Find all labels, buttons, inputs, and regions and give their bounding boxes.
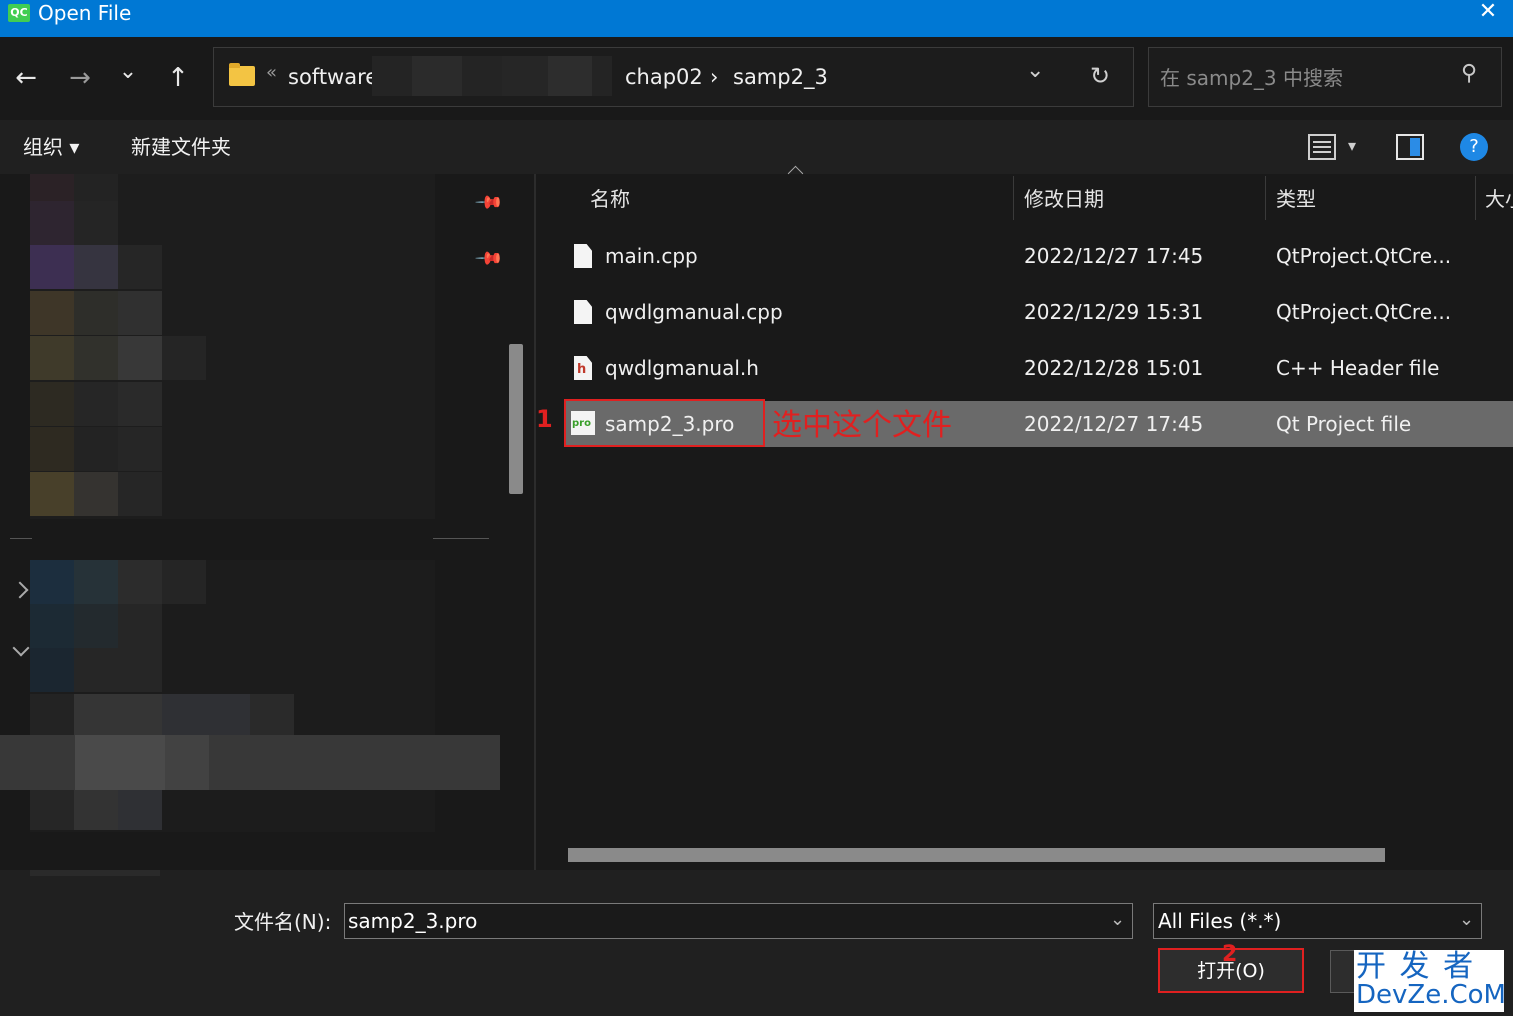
pin-icon[interactable]: 📌	[474, 187, 505, 218]
breadcrumb-samp2-3[interactable]: samp2_3	[733, 63, 828, 91]
file-name: qwdlgmanual.cpp	[605, 300, 783, 324]
nav-pane-scrollbar[interactable]	[509, 344, 523, 494]
organize-menu[interactable]: 组织 ▾	[23, 133, 79, 161]
details-view-icon[interactable]	[1308, 134, 1336, 160]
file-type: C++ Header file	[1276, 356, 1440, 380]
recent-locations-button[interactable]: ⌄	[108, 52, 148, 92]
search-input[interactable]: 在 samp2_3 中搜索	[1160, 64, 1343, 92]
watermark-line-2: DevZe.CoM	[1356, 980, 1506, 1010]
close-button[interactable]: ✕	[1470, 0, 1506, 26]
horizontal-scrollbar[interactable]	[568, 848, 1385, 862]
file-name: main.cpp	[605, 244, 698, 268]
header-file-icon: h	[574, 356, 592, 380]
redacted-nav-item-fragment	[30, 870, 160, 876]
file-type-filter-chevron-icon[interactable]: ⌄	[1459, 906, 1474, 934]
file-modified: 2022/12/27 17:45	[1024, 244, 1204, 268]
cpp-file-icon	[574, 244, 592, 268]
redacted-tree-items	[30, 560, 435, 832]
column-header-type[interactable]: 类型	[1276, 185, 1316, 213]
redacted-quick-access	[30, 174, 435, 519]
file-modified: 2022/12/29 15:31	[1024, 300, 1204, 324]
up-button[interactable]: ↑	[158, 58, 198, 98]
title-bar[interactable]: QC Open File ✕	[0, 0, 1513, 37]
forward-button[interactable]: →	[60, 58, 100, 98]
annotation-step-1: 1	[536, 405, 553, 433]
file-name: qwdlgmanual.h	[605, 356, 759, 380]
address-history-chevron-icon[interactable]: ⌄	[1026, 58, 1044, 83]
pane-splitter[interactable]	[534, 174, 536, 870]
watermark-line-1: 开 发 者	[1356, 949, 1476, 984]
filename-label: 文件名(N):	[234, 910, 332, 934]
cpp-file-icon	[574, 300, 592, 324]
file-modified: 2022/12/27 17:45	[1024, 412, 1204, 436]
qt-creator-app-icon: QC	[8, 4, 30, 22]
breadcrumb-separator-icon[interactable]: ›	[710, 63, 718, 91]
divider	[433, 538, 489, 539]
back-button[interactable]: ←	[6, 58, 46, 98]
column-divider[interactable]	[1475, 176, 1476, 220]
filename-dropdown-chevron-icon[interactable]: ⌄	[1110, 906, 1125, 934]
column-header-size-clip: 大小	[1485, 176, 1513, 220]
filename-value[interactable]: samp2_3.pro	[348, 907, 477, 935]
expand-chevron-icon[interactable]	[11, 581, 29, 599]
file-type-filter-select[interactable]: All Files (*.*) ⌄	[1153, 903, 1482, 939]
search-icon[interactable]: ⚲	[1461, 61, 1477, 86]
watermark-logo: 开 发 者 DevZe.CoM	[1354, 949, 1506, 1012]
navigation-pane[interactable]: 📌 📌	[0, 174, 533, 870]
bottom-panel: 文件名(N): samp2_3.pro ⌄ All Files (*.*) ⌄ …	[0, 870, 1513, 1016]
annotation-instruction: 选中这个文件	[772, 408, 952, 443]
search-box[interactable]: 在 samp2_3 中搜索 ⚲	[1148, 47, 1502, 107]
view-options-chevron-icon[interactable]: ▾	[1348, 132, 1356, 160]
help-icon[interactable]: ?	[1460, 133, 1488, 161]
collapse-chevron-icon[interactable]	[12, 639, 30, 657]
file-type: Qt Project file	[1276, 412, 1412, 436]
file-type: QtProject.QtCre...	[1276, 244, 1452, 268]
window-title: Open File	[38, 1, 132, 25]
preview-pane-icon[interactable]	[1396, 134, 1424, 160]
address-bar[interactable]: « software chap02 › samp2_3 ⌄ ↻	[213, 47, 1134, 107]
table-row[interactable]: h qwdlgmanual.h 2022/12/28 15:01 C++ Hea…	[565, 345, 1513, 391]
folder-tab-icon	[229, 63, 240, 68]
new-folder-button[interactable]: 新建文件夹	[131, 133, 231, 161]
column-header-modified[interactable]: 修改日期	[1024, 185, 1104, 213]
redacted-path-area	[372, 56, 612, 96]
folder-icon	[229, 66, 255, 86]
file-modified: 2022/12/28 15:01	[1024, 356, 1204, 380]
annotation-highlight-box	[564, 399, 765, 447]
table-row[interactable]: qwdlgmanual.cpp 2022/12/29 15:31 QtProje…	[565, 289, 1513, 335]
divider	[10, 538, 32, 539]
breadcrumb-software[interactable]: software	[288, 63, 378, 91]
column-divider[interactable]	[1265, 176, 1266, 220]
file-type: QtProject.QtCre...	[1276, 300, 1452, 324]
breadcrumb-overflow-icon[interactable]: «	[266, 62, 277, 83]
breadcrumb-chap02[interactable]: chap02	[625, 63, 703, 91]
selected-nav-item-redacted[interactable]	[0, 735, 500, 790]
pin-icon[interactable]: 📌	[474, 243, 505, 274]
header-file-icon-label: h	[577, 362, 587, 377]
table-row[interactable]: main.cpp 2022/12/27 17:45 QtProject.QtCr…	[565, 233, 1513, 279]
command-bar: 组织 ▾ 新建文件夹 ▾ ?	[0, 120, 1513, 174]
filename-input[interactable]: samp2_3.pro ⌄	[344, 903, 1133, 939]
file-type-filter-value: All Files (*.*)	[1158, 909, 1282, 933]
column-divider[interactable]	[1013, 176, 1014, 220]
column-header-name[interactable]: 名称	[590, 185, 630, 213]
annotation-step-2: 2	[1222, 942, 1238, 967]
column-header-size[interactable]: 大小	[1485, 185, 1513, 213]
refresh-icon[interactable]: ↻	[1090, 62, 1110, 90]
